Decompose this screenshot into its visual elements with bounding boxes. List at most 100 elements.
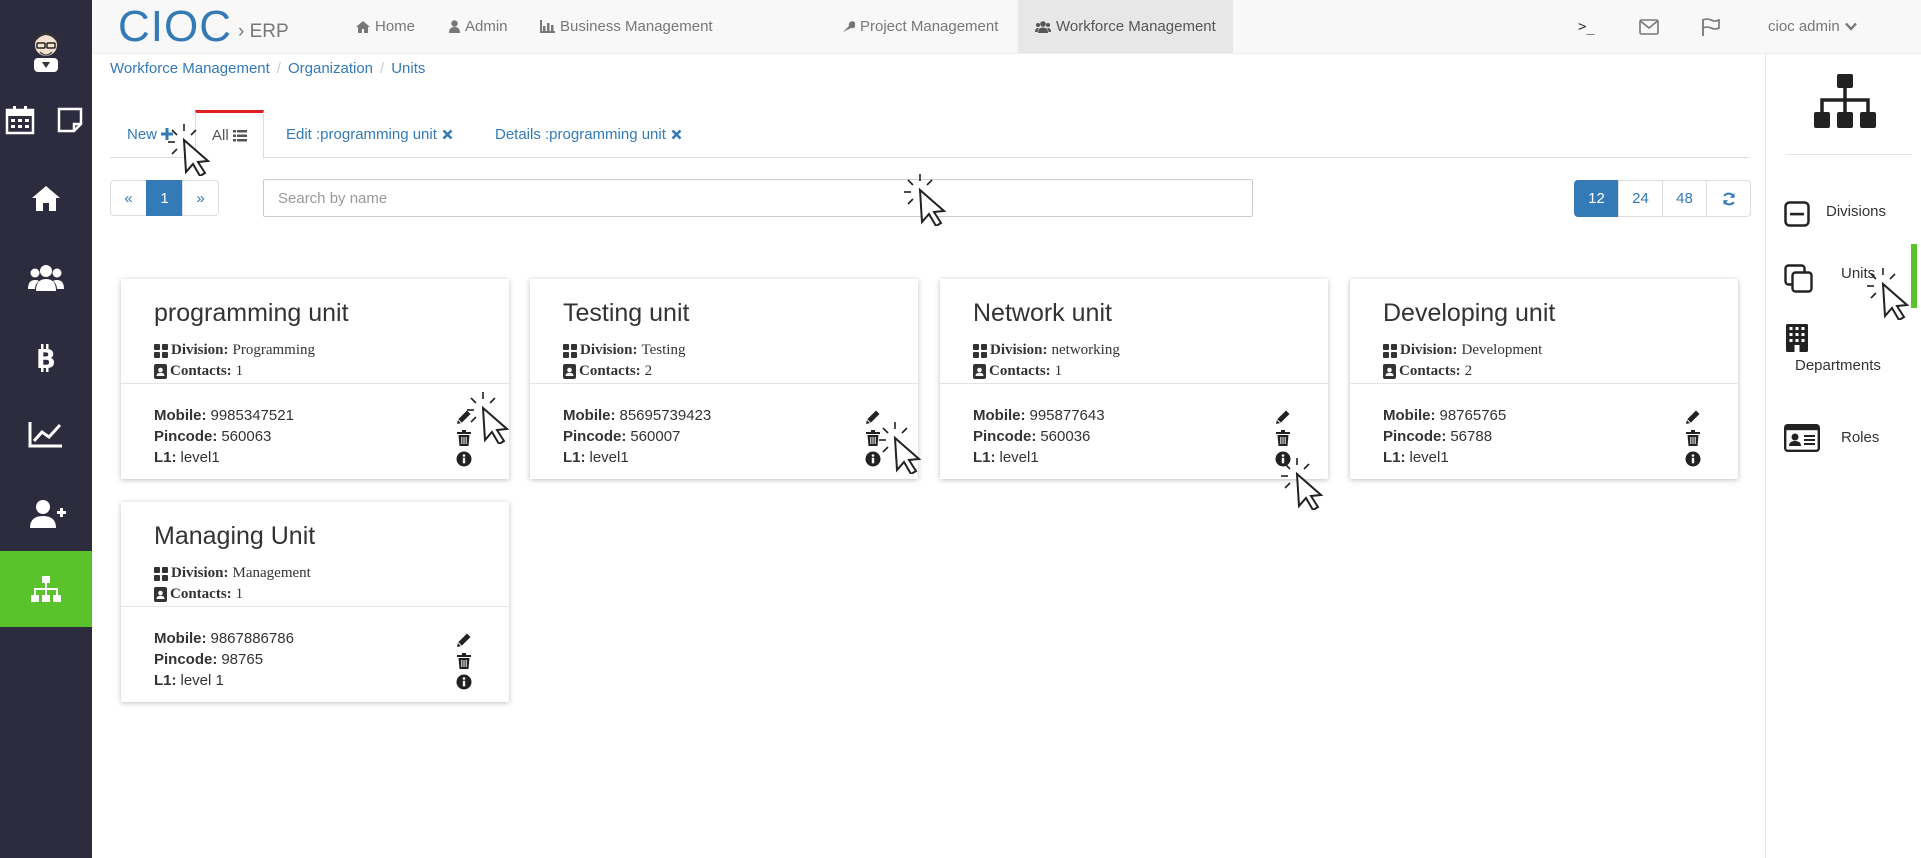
breadcrumb-separator: / — [276, 60, 281, 77]
unit-l1: L1: level 1 — [154, 672, 224, 689]
breadcrumb-units[interactable]: Units — [391, 60, 425, 77]
nav-home[interactable]: Home — [356, 0, 415, 53]
l1-label: L1: — [973, 449, 996, 466]
pincode-label: Pincode: — [563, 428, 627, 445]
th-large-icon — [1383, 343, 1397, 358]
unit-card[interactable]: Testing unit Division: Testing Contacts: 2… — [530, 279, 918, 479]
pagination: « 1 » — [110, 180, 219, 216]
contact-book-icon — [973, 364, 986, 379]
brand-logo[interactable]: CIOC › ERP — [118, 2, 289, 51]
l1-value: level1 — [999, 449, 1039, 466]
nav-workforce-management[interactable]: Workforce Management — [1018, 0, 1233, 53]
bitcoin-icon[interactable]: B — [30, 342, 62, 374]
refresh-button[interactable] — [1706, 180, 1751, 217]
panel-item-divisions[interactable]: Divisions — [1784, 199, 1914, 229]
unit-name: Developing unit — [1383, 299, 1556, 327]
delete-trash-icon[interactable] — [865, 430, 881, 446]
info-circle-icon[interactable] — [1275, 451, 1291, 467]
delete-trash-icon[interactable] — [456, 653, 472, 669]
close-icon[interactable] — [671, 129, 682, 140]
user-avatar-icon[interactable] — [28, 28, 64, 72]
left-sidebar: B — [0, 0, 92, 858]
unit-card[interactable]: Developing unit Division: Development Con… — [1350, 279, 1738, 479]
unit-card[interactable]: Network unit Division: networking Contact… — [940, 279, 1328, 479]
sticky-note-icon[interactable] — [54, 104, 86, 136]
unit-name: programming unit — [154, 299, 349, 327]
l1-value: level1 — [1409, 449, 1449, 466]
panel-item-departments-label: Departments — [1795, 357, 1881, 374]
refresh-icon — [1722, 192, 1735, 205]
nav-project-management[interactable]: Project Management — [842, 0, 998, 53]
info-circle-icon[interactable] — [1685, 451, 1701, 467]
pagination-next[interactable]: » — [182, 180, 219, 216]
nav-admin[interactable]: Admin — [449, 0, 508, 53]
delete-trash-icon[interactable] — [456, 430, 472, 446]
nav-business-management[interactable]: Business Management — [540, 0, 713, 53]
add-user-icon[interactable] — [28, 498, 68, 530]
l1-label: L1: — [154, 672, 177, 689]
breadcrumb-organization[interactable]: Organization — [288, 60, 373, 77]
contacts-value: 1 — [235, 363, 244, 379]
tab-details-programming-unit[interactable]: Details :programming unit — [495, 110, 682, 158]
division-value: Development — [1461, 342, 1543, 358]
l1-value: level1 — [180, 449, 220, 466]
users-icon — [1035, 20, 1051, 33]
edit-pencil-icon[interactable] — [865, 409, 881, 425]
pincode-value: 56788 — [1450, 428, 1493, 445]
line-chart-icon[interactable] — [28, 418, 64, 450]
flag-icon — [1702, 17, 1720, 36]
sitemap-nav-item-active[interactable] — [0, 551, 92, 627]
edit-pencil-icon[interactable] — [1685, 409, 1701, 425]
unit-card[interactable]: programming unit Division: Programming Co… — [121, 279, 509, 479]
mobile-label: Mobile: — [973, 407, 1026, 424]
panel-item-units[interactable]: Units — [1784, 262, 1914, 296]
panel-item-units-label: Units — [1841, 265, 1876, 282]
info-circle-icon[interactable] — [456, 674, 472, 690]
calendar-icon[interactable] — [4, 104, 36, 136]
delete-trash-icon[interactable] — [1685, 430, 1701, 446]
page-size-48[interactable]: 48 — [1662, 180, 1707, 217]
pincode-label: Pincode: — [1383, 428, 1447, 445]
terminal-button[interactable]: >_ — [1578, 0, 1595, 53]
notifications-button[interactable] — [1701, 0, 1721, 53]
pincode-value: 560063 — [221, 428, 272, 445]
breadcrumb-workforce-management[interactable]: Workforce Management — [110, 60, 270, 77]
close-icon[interactable] — [442, 129, 453, 140]
envelope-icon — [1639, 18, 1659, 35]
page-size-12[interactable]: 12 — [1574, 180, 1619, 217]
brand-erp: ERP — [249, 21, 289, 42]
edit-pencil-icon[interactable] — [1275, 409, 1291, 425]
pincode-label: Pincode: — [154, 428, 218, 445]
division-value: Testing — [641, 342, 686, 358]
panel-item-roles[interactable]: Roles — [1784, 424, 1914, 454]
l1-value: level1 — [589, 449, 629, 466]
card-divider — [121, 606, 509, 607]
card-divider — [530, 383, 918, 384]
edit-pencil-icon[interactable] — [456, 409, 472, 425]
search-input[interactable] — [263, 179, 1253, 217]
user-menu[interactable]: cioc admin — [1768, 0, 1857, 53]
info-circle-icon[interactable] — [865, 451, 881, 467]
info-circle-icon[interactable] — [456, 451, 472, 467]
unit-card[interactable]: Managing Unit Division: Management Contac… — [121, 502, 509, 702]
home-icon[interactable] — [28, 182, 64, 214]
pagination-page-1[interactable]: 1 — [146, 180, 183, 216]
tab-edit-programming-unit[interactable]: Edit :programming unit — [286, 110, 453, 158]
panel-item-departments[interactable]: Departments — [1784, 324, 1914, 380]
tab-new[interactable]: New — [127, 110, 174, 158]
tab-all[interactable]: All — [195, 110, 264, 159]
pincode-value: 560007 — [630, 428, 681, 445]
card-divider — [1350, 383, 1738, 384]
delete-trash-icon[interactable] — [1275, 430, 1291, 446]
page-size-24[interactable]: 24 — [1618, 180, 1663, 217]
mobile-value: 98765765 — [1439, 407, 1507, 424]
edit-pencil-icon[interactable] — [456, 632, 472, 648]
messages-button[interactable] — [1639, 0, 1659, 53]
pagination-prev[interactable]: « — [110, 180, 147, 216]
pincode-label: Pincode: — [154, 651, 218, 668]
nav-home-label: Home — [375, 18, 416, 35]
unit-l1: L1: level1 — [1383, 449, 1449, 466]
users-icon[interactable] — [26, 262, 66, 294]
contact-book-icon — [563, 364, 576, 379]
contact-book-icon — [154, 587, 167, 602]
